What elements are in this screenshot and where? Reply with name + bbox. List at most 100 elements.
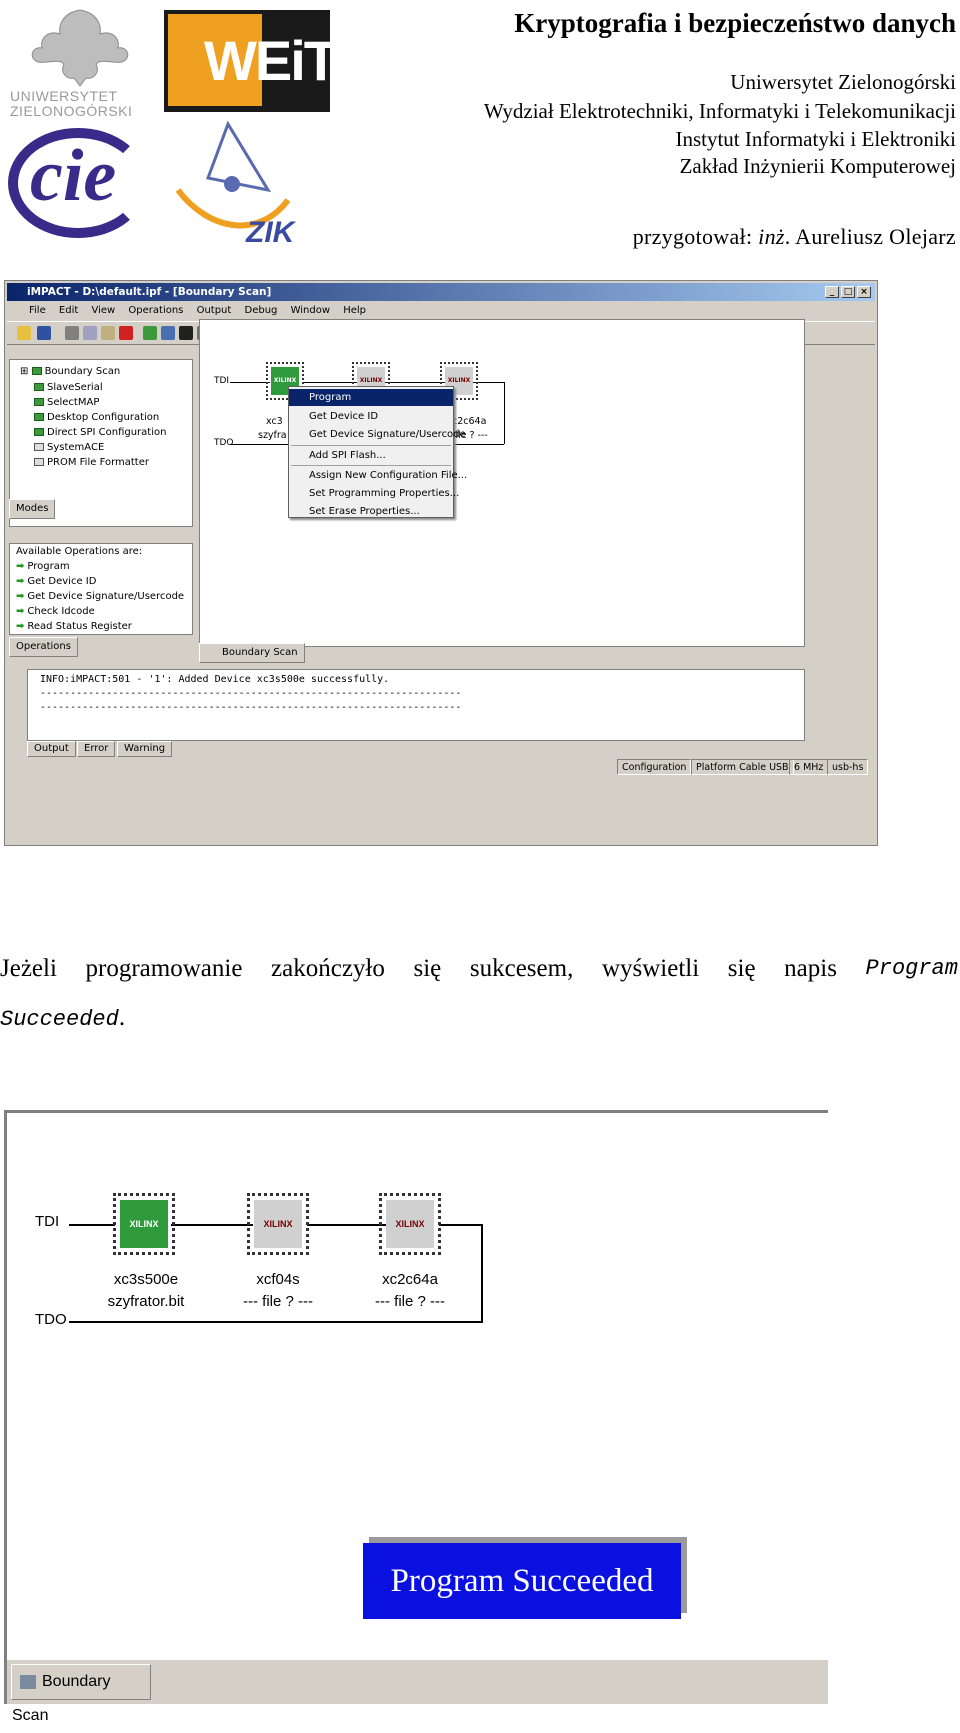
- close-button[interactable]: ×: [857, 286, 871, 298]
- shot2-chip-1[interactable]: XILINX: [113, 1193, 175, 1255]
- arrow-icon: ➡: [16, 621, 25, 632]
- ctx-assign-config[interactable]: Assign New Configuration File...: [289, 467, 467, 484]
- xilinx-chip-face: XILINX: [386, 1200, 434, 1248]
- word: wyświetli: [601, 955, 700, 982]
- save-icon[interactable]: [37, 326, 51, 340]
- boundary-scan-tab-icon: [20, 1674, 36, 1689]
- shot2-chip-3-name: xc2c64a: [382, 1271, 438, 1288]
- tab-warning[interactable]: Warning: [117, 741, 173, 757]
- context-menu: Program Get Device ID Get Device Signatu…: [288, 386, 467, 520]
- program-succeeded-banner: Program Succeeded: [363, 1543, 681, 1619]
- window-titlebar: iMPACT - D:\default.ipf - [Boundary Scan…: [7, 283, 875, 301]
- menu-output[interactable]: Output: [197, 305, 232, 316]
- uz-logo-text-2: ZIELONOGÓRSKI: [10, 103, 133, 119]
- uz-logo-text-1: UNIWERSYTET: [10, 88, 118, 104]
- op-get-device-id[interactable]: ➡ Get Device ID: [16, 576, 96, 587]
- tab-boundary-scan[interactable]: Boundary Scan: [199, 643, 305, 663]
- tree-item-selectmap[interactable]: SelectMAP: [34, 397, 99, 408]
- tree-item-systemace[interactable]: SystemACE: [34, 442, 104, 453]
- boundary-scan-canvas: TDI TDO XILINX XILINX XILINX xc3 szyfra …: [199, 319, 805, 647]
- status-speed: 6 MHz: [789, 759, 829, 775]
- arrow-icon: ➡: [16, 561, 25, 572]
- op-read-status[interactable]: ➡ Read Status Register: [16, 621, 132, 632]
- word: się: [727, 955, 756, 982]
- arrow-icon: ➡: [16, 606, 25, 617]
- menu-edit[interactable]: Edit: [59, 305, 78, 316]
- ctx-set-erase[interactable]: Set Erase Properties...: [289, 503, 453, 520]
- tdo-label: TDO: [214, 438, 234, 448]
- tree-item-prom-formatter[interactable]: PROM File Formatter: [34, 457, 149, 468]
- word: programowanie: [85, 955, 243, 982]
- author-name: . Aureliusz Olejarz: [784, 224, 956, 249]
- grid-icon[interactable]: [179, 326, 193, 340]
- shot2-tab-boundary-scan[interactable]: Boundary Scan: [11, 1664, 151, 1724]
- tree-item-slaveserial[interactable]: SlaveSerial: [34, 382, 103, 393]
- weit-logo-text: WEiT: [204, 29, 338, 92]
- cie-logo-text: cie: [30, 135, 117, 217]
- minimize-button[interactable]: _: [825, 286, 839, 298]
- menu-view[interactable]: View: [91, 305, 115, 316]
- arrow-icon: ➡: [16, 591, 25, 602]
- op-check-idcode[interactable]: ➡ Check Idcode: [16, 606, 95, 617]
- chain-icon[interactable]: [143, 326, 157, 340]
- ctx-get-signature[interactable]: Get Device Signature/Usercode: [289, 426, 466, 443]
- shot2-chip-2-file: --- file ? ---: [243, 1293, 313, 1310]
- shot2-tdo-label: TDO: [35, 1311, 67, 1328]
- open-icon[interactable]: [17, 326, 31, 340]
- status-cable: Platform Cable USB: [691, 759, 794, 775]
- cut-icon[interactable]: [65, 326, 79, 340]
- menu-help[interactable]: Help: [343, 305, 366, 316]
- arrow-icon: ➡: [16, 576, 25, 587]
- op-get-signature[interactable]: ➡ Get Device Signature/Usercode: [16, 591, 184, 602]
- slaveserial-icon: [34, 383, 44, 391]
- menu-debug[interactable]: Debug: [245, 305, 278, 316]
- selectmap-icon: [34, 398, 44, 406]
- xilinx-chip-face: XILINX: [120, 1200, 168, 1248]
- word: sukcesem,: [469, 955, 574, 982]
- author-title: inż: [758, 224, 785, 249]
- tree-item-direct-spi[interactable]: Direct SPI Configuration: [34, 427, 166, 438]
- debug-icon[interactable]: [161, 326, 175, 340]
- delete-icon[interactable]: [119, 326, 133, 340]
- zik-logo-text: ZIK: [246, 216, 295, 249]
- shot2-chip-3-file: --- file ? ---: [375, 1293, 445, 1310]
- shot2-chip-3[interactable]: XILINX: [379, 1193, 441, 1255]
- zik-logo: ZIK: [168, 120, 328, 252]
- console-line-3: ----------------------------------------…: [40, 702, 462, 713]
- copy-icon[interactable]: [83, 326, 97, 340]
- tab-output[interactable]: Output: [27, 741, 76, 757]
- tree-item-boundary-scan[interactable]: ⊞ Boundary Scan: [20, 366, 120, 377]
- paste-icon[interactable]: [101, 326, 115, 340]
- ctx-add-spi-flash[interactable]: Add SPI Flash...: [289, 447, 453, 464]
- maximize-button[interactable]: □: [841, 286, 855, 298]
- tab-modes[interactable]: Modes: [9, 499, 56, 519]
- faculty-name: Wydział Elektrotechniki, Informatyki i T…: [483, 99, 956, 123]
- status-port: usb-hs: [827, 759, 869, 775]
- uz-logo: UNIWERSYTET ZIELONOGÓRSKI: [8, 2, 153, 120]
- shot2-tdi-label: TDI: [35, 1213, 60, 1230]
- operations-panel: Available Operations are: ➡ Program ➡ Get …: [9, 543, 193, 635]
- ctx-get-device-id[interactable]: Get Device ID: [289, 408, 453, 425]
- menu-bar: File Edit View Operations Output Debug W…: [7, 302, 875, 320]
- program-succeeded-screenshot: TDI TDO XILINX XILINX XILINX xc3s500e sz…: [4, 1110, 828, 1724]
- op-program[interactable]: ➡ Program: [16, 561, 70, 572]
- ctx-program[interactable]: Program: [289, 389, 453, 406]
- tree-item-desktop-configuration[interactable]: Desktop Configuration: [34, 412, 159, 423]
- menu-window[interactable]: Window: [291, 305, 330, 316]
- shot2-chip-1-file: szyfrator.bit: [107, 1293, 185, 1310]
- tab-error[interactable]: Error: [77, 741, 116, 757]
- menu-operations[interactable]: Operations: [128, 305, 183, 316]
- word: napis: [784, 955, 837, 982]
- ctx-set-programming[interactable]: Set Programming Properties...: [289, 485, 459, 502]
- instruction-paragraph: Jeżeli programowanie zakończyło się sukc…: [0, 944, 960, 1044]
- shot2-chip-2-name: xcf04s: [256, 1271, 300, 1288]
- shot2-chip-2[interactable]: XILINX: [247, 1193, 309, 1255]
- code-program: Program: [865, 956, 958, 981]
- xilinx-chip-face: XILINX: [254, 1200, 302, 1248]
- menu-file[interactable]: File: [29, 305, 46, 316]
- tab-operations[interactable]: Operations: [9, 637, 78, 657]
- chip-1-file: szyfra: [258, 430, 287, 441]
- console-line-1: INFO:iMPACT:501 - '1': Added Device xc3s…: [40, 674, 390, 685]
- department-name: Zakład Inżynierii Komputerowej: [679, 154, 956, 178]
- chip-1-name: xc3: [266, 416, 283, 427]
